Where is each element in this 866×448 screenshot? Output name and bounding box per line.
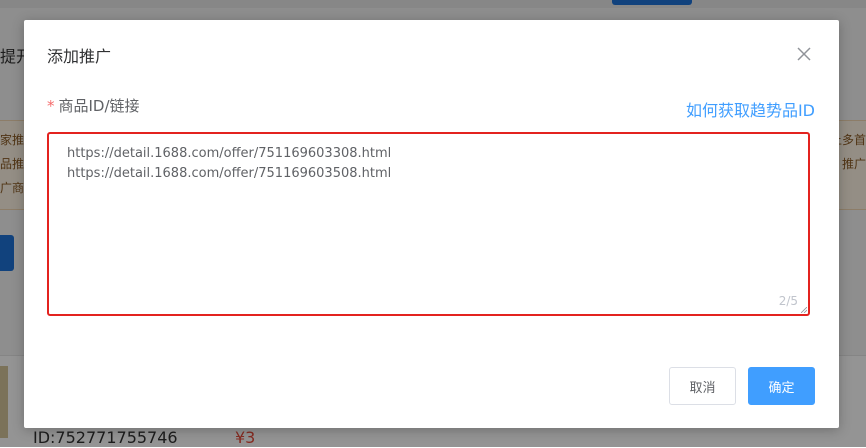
entry-counter: 2/5: [778, 294, 798, 308]
how-to-get-trend-id-link[interactable]: 如何获取趋势品ID: [686, 97, 815, 121]
required-mark: *: [47, 97, 55, 115]
close-button[interactable]: [795, 45, 813, 63]
product-id-label: * 商品ID/链接: [47, 95, 140, 116]
close-icon: [797, 47, 811, 61]
confirm-button[interactable]: 确定: [748, 367, 815, 405]
resize-grip-icon[interactable]: [801, 307, 807, 313]
product-links-textarea[interactable]: https://detail.1688.com/offer/7511696033…: [47, 132, 810, 316]
cancel-button[interactable]: 取消: [669, 367, 736, 405]
product-id-label-text: 商品ID/链接: [58, 97, 140, 115]
add-promotion-dialog: 添加推广 * 商品ID/链接 如何获取趋势品ID https://detail.1…: [24, 20, 839, 428]
dialog-title: 添加推广: [47, 47, 112, 66]
product-links-value[interactable]: https://detail.1688.com/offer/7511696033…: [67, 144, 790, 294]
